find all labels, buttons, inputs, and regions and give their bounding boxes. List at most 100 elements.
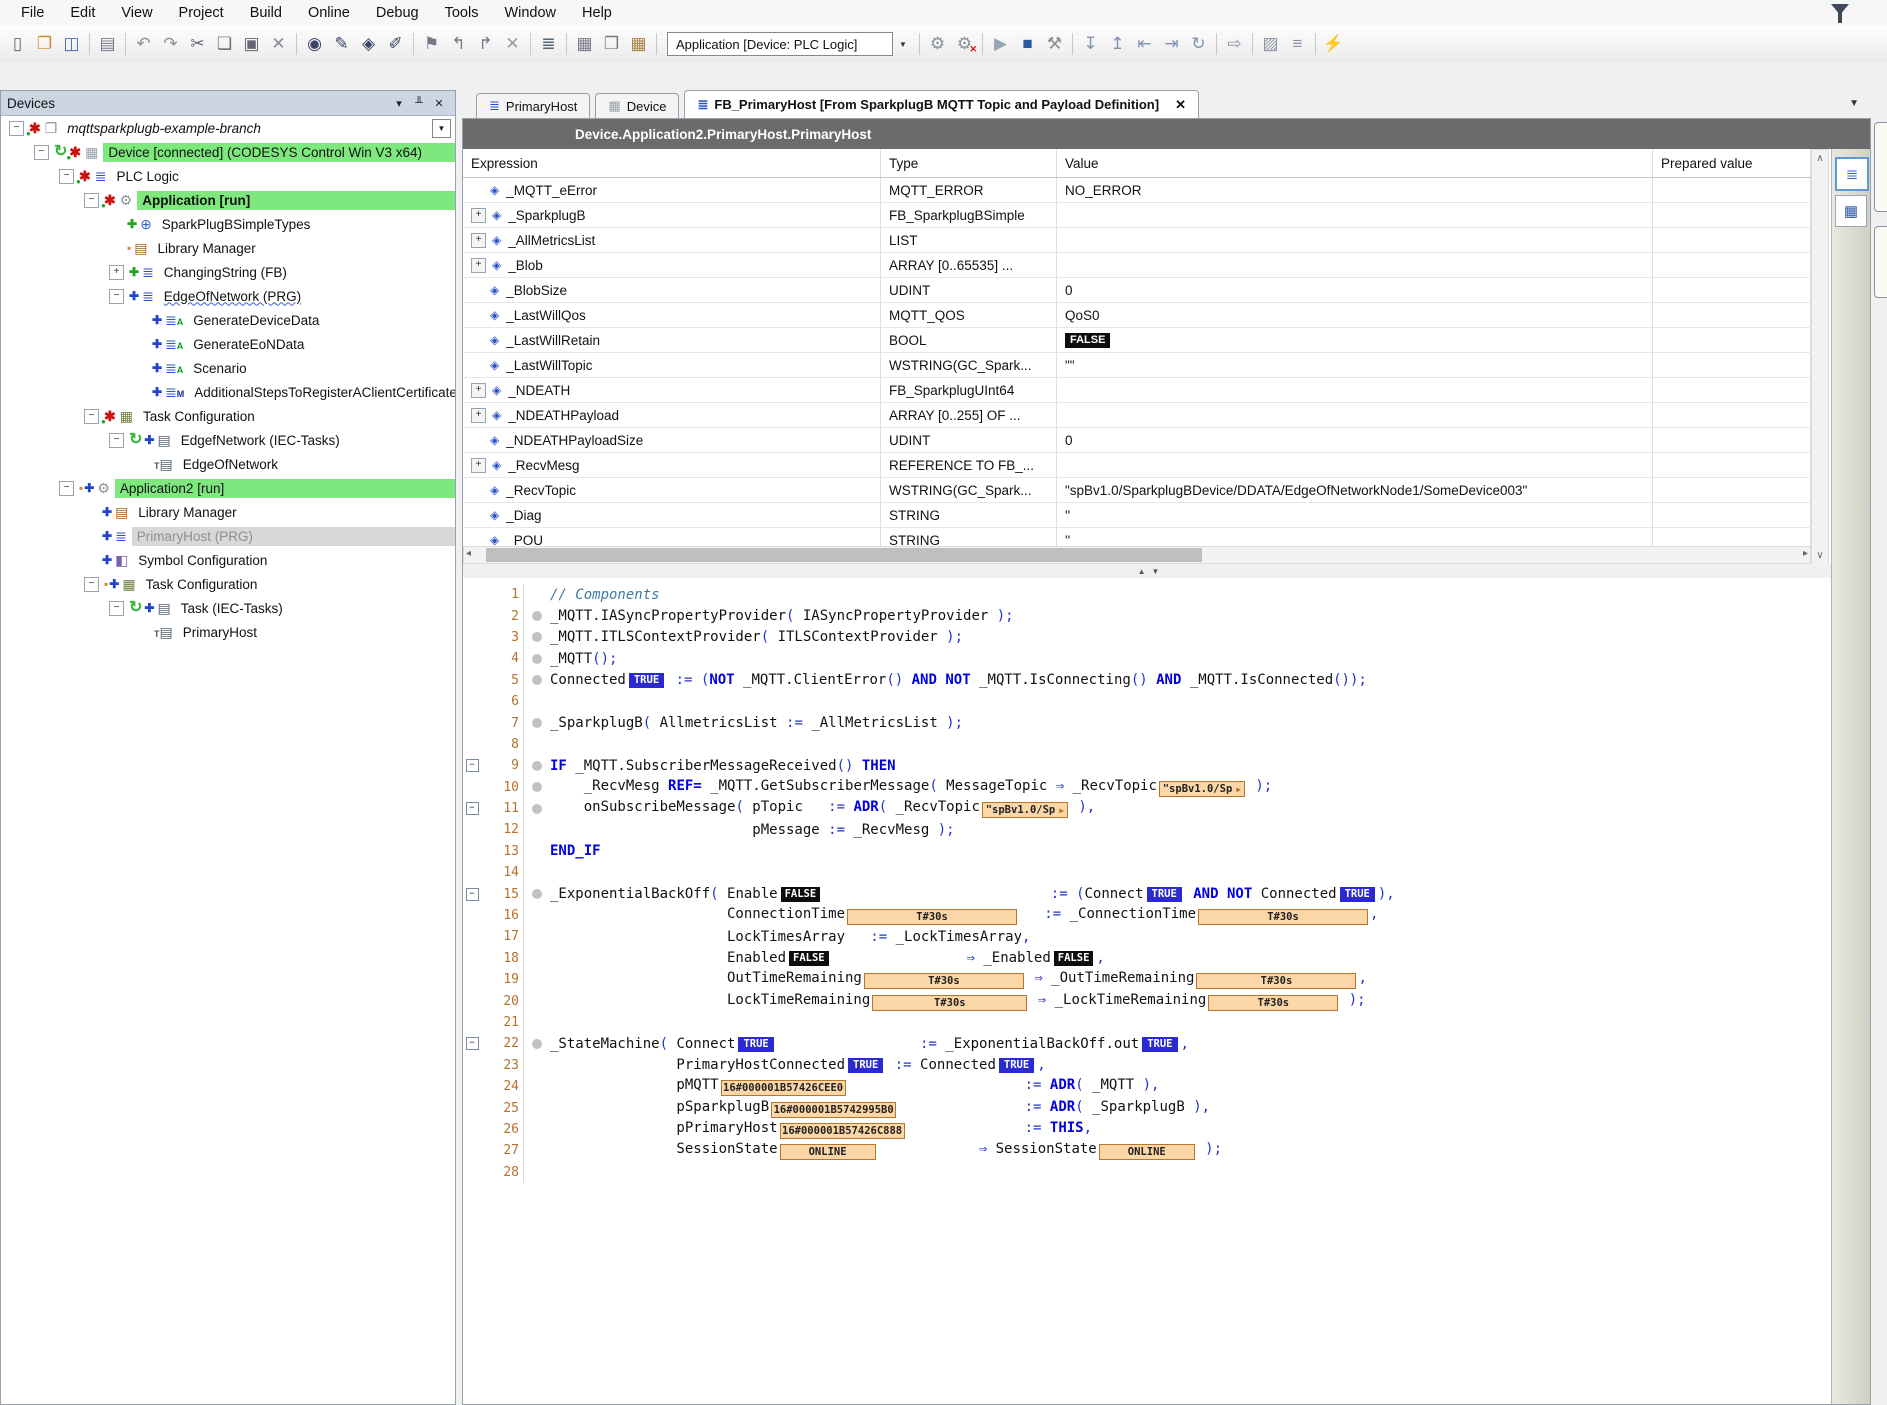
expand-icon[interactable]: + [471,408,486,423]
tree-item-application-run[interactable]: −✱⚙Application [run] [1,188,455,212]
build-schedule-button[interactable]: ▦ [625,31,652,57]
prepared-value-cell[interactable] [1653,278,1811,302]
build-button[interactable]: ▦ [571,31,598,57]
tree-item-additionalstepstoregisteraclientcertificate[interactable]: ✚≣MAdditionalStepsToRegisterAClientCerti… [1,380,455,404]
tree-item-sparkplugbsimpletypes[interactable]: ✚⊕SparkPlugBSimpleTypes [1,212,455,236]
expand-icon[interactable]: + [471,383,486,398]
table-view-button[interactable]: ▦ [1835,195,1867,227]
delete-button[interactable]: ✕ [265,31,292,57]
collapse-icon[interactable]: − [84,193,99,208]
tab-fb-primaryhost-from-sparkplugb-mqtt-topi[interactable]: ≣FB_PrimaryHost [From SparkplugB MQTT To… [684,90,1199,118]
breakpoint-margin[interactable] [523,969,550,990]
breakpoint-margin[interactable] [523,1076,550,1097]
menu-view[interactable]: View [108,2,165,24]
prepared-value-cell[interactable] [1653,353,1811,377]
column-header-type[interactable]: Type [881,149,1057,177]
force-values-button[interactable]: ⇨ [1221,31,1248,57]
bookmark-next-button[interactable]: ↱ [472,31,499,57]
collapse-icon[interactable]: − [84,409,99,424]
stop-button[interactable]: ■ [1014,31,1041,57]
prepared-value-cell[interactable] [1653,303,1811,327]
watch-row-_blobsize[interactable]: ◈_BlobSizeUDINT0 [463,278,1811,303]
generate-code-button[interactable]: ❒ [598,31,625,57]
breakpoint-margin[interactable] [523,841,550,862]
menu-file[interactable]: File [8,2,57,24]
watch-row-_diag[interactable]: ◈_DiagSTRING'' [463,503,1811,528]
application-selector[interactable]: Application [Device: PLC Logic] [667,32,893,56]
code-editor[interactable]: 1// Components2_MQTT.IASyncPropertyProvi… [463,578,1834,1404]
tree-item-task-configuration[interactable]: −✱▦Task Configuration [1,404,455,428]
scroll-right-icon[interactable]: ▸ [1803,548,1808,559]
tab-close-icon[interactable]: ✕ [1175,97,1186,113]
copy-button[interactable]: ❏ [211,31,238,57]
filter-funnel-icon[interactable] [1831,4,1849,15]
watch-row-_lastwillqos[interactable]: ◈_LastWillQosMQTT_QOSQoS0 [463,303,1811,328]
dock-menu-icon[interactable]: ▾ [389,97,409,110]
prepared-value-cell[interactable] [1653,503,1811,527]
tree-item-generatedevicedata[interactable]: ✚≣AGenerateDeviceData [1,308,455,332]
breakpoint-margin[interactable] [523,712,550,733]
watch-row-_recvtopic[interactable]: ◈_RecvTopicWSTRING(GC_Spark..."spBv1.0/S… [463,478,1811,503]
refactoring-button[interactable]: ⚡ [1320,31,1347,57]
prepared-value-cell[interactable] [1653,403,1811,427]
watch-row-_recvmesg[interactable]: +◈_RecvMesgREFERENCE TO FB_... [463,453,1811,478]
replace-in-project-button[interactable]: ✐ [382,31,409,57]
watch-row-_allmetricslist[interactable]: +◈_AllMetricsListLIST [463,228,1811,253]
declaration-view-button[interactable]: ≣ [1835,157,1869,191]
cut-button[interactable]: ✂ [184,31,211,57]
tab-primaryhost[interactable]: ≣PrimaryHost [476,93,590,118]
messages-button[interactable]: ≣ [535,31,562,57]
docked-tool-window-button[interactable] [1874,226,1887,298]
step-out-button[interactable]: ⇤ [1131,31,1158,57]
expand-icon[interactable]: + [471,233,486,248]
single-cycle-button[interactable]: ⚒ [1041,31,1068,57]
docked-tool-window-button[interactable] [1874,122,1887,212]
breakpoint-margin[interactable] [523,990,550,1011]
prepared-value-cell[interactable] [1653,178,1811,202]
watch-row-_lastwilltopic[interactable]: ◈_LastWillTopicWSTRING(GC_Spark..."" [463,353,1811,378]
display-mode-button[interactable]: ≡ [1284,31,1311,57]
close-icon[interactable]: ✕ [429,97,449,110]
scroll-up-icon[interactable]: ∧ [1812,150,1828,167]
prepared-value-cell[interactable] [1653,253,1811,277]
breakpoint-margin[interactable] [523,734,550,755]
menu-build[interactable]: Build [237,2,295,24]
collapse-icon[interactable]: − [59,169,74,184]
prepared-value-cell[interactable] [1653,378,1811,402]
expand-icon[interactable]: + [471,208,486,223]
watch-row-_lastwillretain[interactable]: ◈_LastWillRetainBOOLFALSE [463,328,1811,353]
find-in-project-button[interactable]: ◈ [355,31,382,57]
collapse-icon[interactable]: − [109,289,124,304]
tree-item-changingstring-fb[interactable]: +✚≣ChangingString (FB) [1,260,455,284]
splitter-down-icon[interactable]: ▼ [1152,567,1160,576]
breakpoint-margin[interactable] [523,648,550,669]
watch-row-_blob[interactable]: +◈_BlobARRAY [0..65535] ... [463,253,1811,278]
undo-button[interactable]: ↶ [130,31,157,57]
collapse-icon[interactable]: − [84,577,99,592]
watch-row-_ndeathpayload[interactable]: +◈_NDEATHPayloadARRAY [0..255] OF ... [463,403,1811,428]
watch-vertical-scrollbar[interactable]: ∧ ∨ [1811,149,1829,565]
breakpoint-margin[interactable] [523,1012,550,1033]
breakpoint-margin[interactable] [523,948,550,969]
tree-item-symbol-configuration[interactable]: ✚◧Symbol Configuration [1,548,455,572]
scroll-left-icon[interactable]: ◂ [466,548,471,559]
prepared-value-cell[interactable] [1653,328,1811,352]
watch-row-_mqtt_eerror[interactable]: ◈_MQTT_eErrorMQTT_ERRORNO_ERROR [463,178,1811,203]
collapse-icon[interactable]: − [109,433,124,448]
watch-row-_ndeathpayloadsize[interactable]: ◈_NDEATHPayloadSizeUDINT0 [463,428,1811,453]
breakpoint-margin[interactable] [523,798,550,819]
menu-project[interactable]: Project [166,2,237,24]
tree-item-primaryhost[interactable]: T▤PrimaryHost [1,620,455,644]
breakpoint-margin[interactable] [523,670,550,691]
tree-item-plc-logic[interactable]: −✱≣PLC Logic [1,164,455,188]
expand-icon[interactable]: + [471,258,486,273]
redo-button[interactable]: ↷ [157,31,184,57]
breakpoint-margin[interactable] [523,1097,550,1118]
breakpoint-margin[interactable] [523,605,550,626]
fold-collapse-icon[interactable]: − [463,802,481,815]
bookmark-previous-button[interactable]: ↰ [445,31,472,57]
bookmark-toggle-button[interactable]: ⚑ [418,31,445,57]
column-header-value[interactable]: Value [1057,149,1653,177]
tree-item-library-manager[interactable]: ▪▤Library Manager [1,236,455,260]
step-into-button[interactable]: ↥ [1104,31,1131,57]
